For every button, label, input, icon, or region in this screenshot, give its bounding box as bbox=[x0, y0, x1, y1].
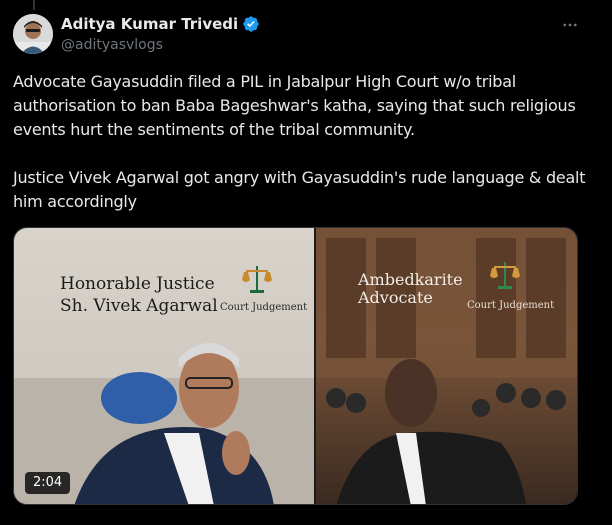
tweet-text: Advocate Gayasuddin filed a PIL in Jabal… bbox=[13, 72, 586, 211]
video-right-panel: Ambedkarite Advocate bbox=[316, 228, 577, 504]
advocate-caption: Ambedkarite Advocate bbox=[358, 271, 463, 307]
judge-caption: Honorable Justice Sh. Vivek Agarwal bbox=[60, 273, 218, 317]
video-duration-badge: 2:04 bbox=[25, 472, 71, 494]
judge-caption-line2: Sh. Vivek Agarwal bbox=[60, 296, 218, 316]
video-player[interactable]: Honorable Justice Sh. Vivek Agarwal Ambe… bbox=[13, 227, 578, 505]
avatar-image bbox=[13, 14, 53, 54]
judge-caption-line1: Honorable Justice bbox=[60, 274, 215, 294]
more-options-button[interactable] bbox=[558, 13, 582, 37]
scales-of-justice-icon bbox=[490, 262, 520, 289]
author-display-name[interactable]: Aditya Kumar Trivedi bbox=[61, 15, 238, 33]
more-options-icon bbox=[563, 23, 577, 27]
author-handle[interactable]: @adityasvlogs bbox=[61, 37, 163, 53]
thread-connector-line bbox=[33, 0, 35, 10]
court-judgement-label-left: Court Judgement bbox=[220, 302, 308, 313]
author-name-row: Aditya Kumar Trivedi bbox=[61, 15, 260, 33]
advocate-caption-line2: Advocate bbox=[358, 288, 433, 307]
verified-badge-icon[interactable] bbox=[242, 15, 260, 33]
avatar[interactable] bbox=[13, 14, 53, 54]
advocate-caption-line1: Ambedkarite bbox=[358, 270, 463, 289]
scales-of-justice-icon bbox=[242, 266, 272, 293]
court-judgement-label-right: Court Judgement bbox=[467, 300, 555, 311]
